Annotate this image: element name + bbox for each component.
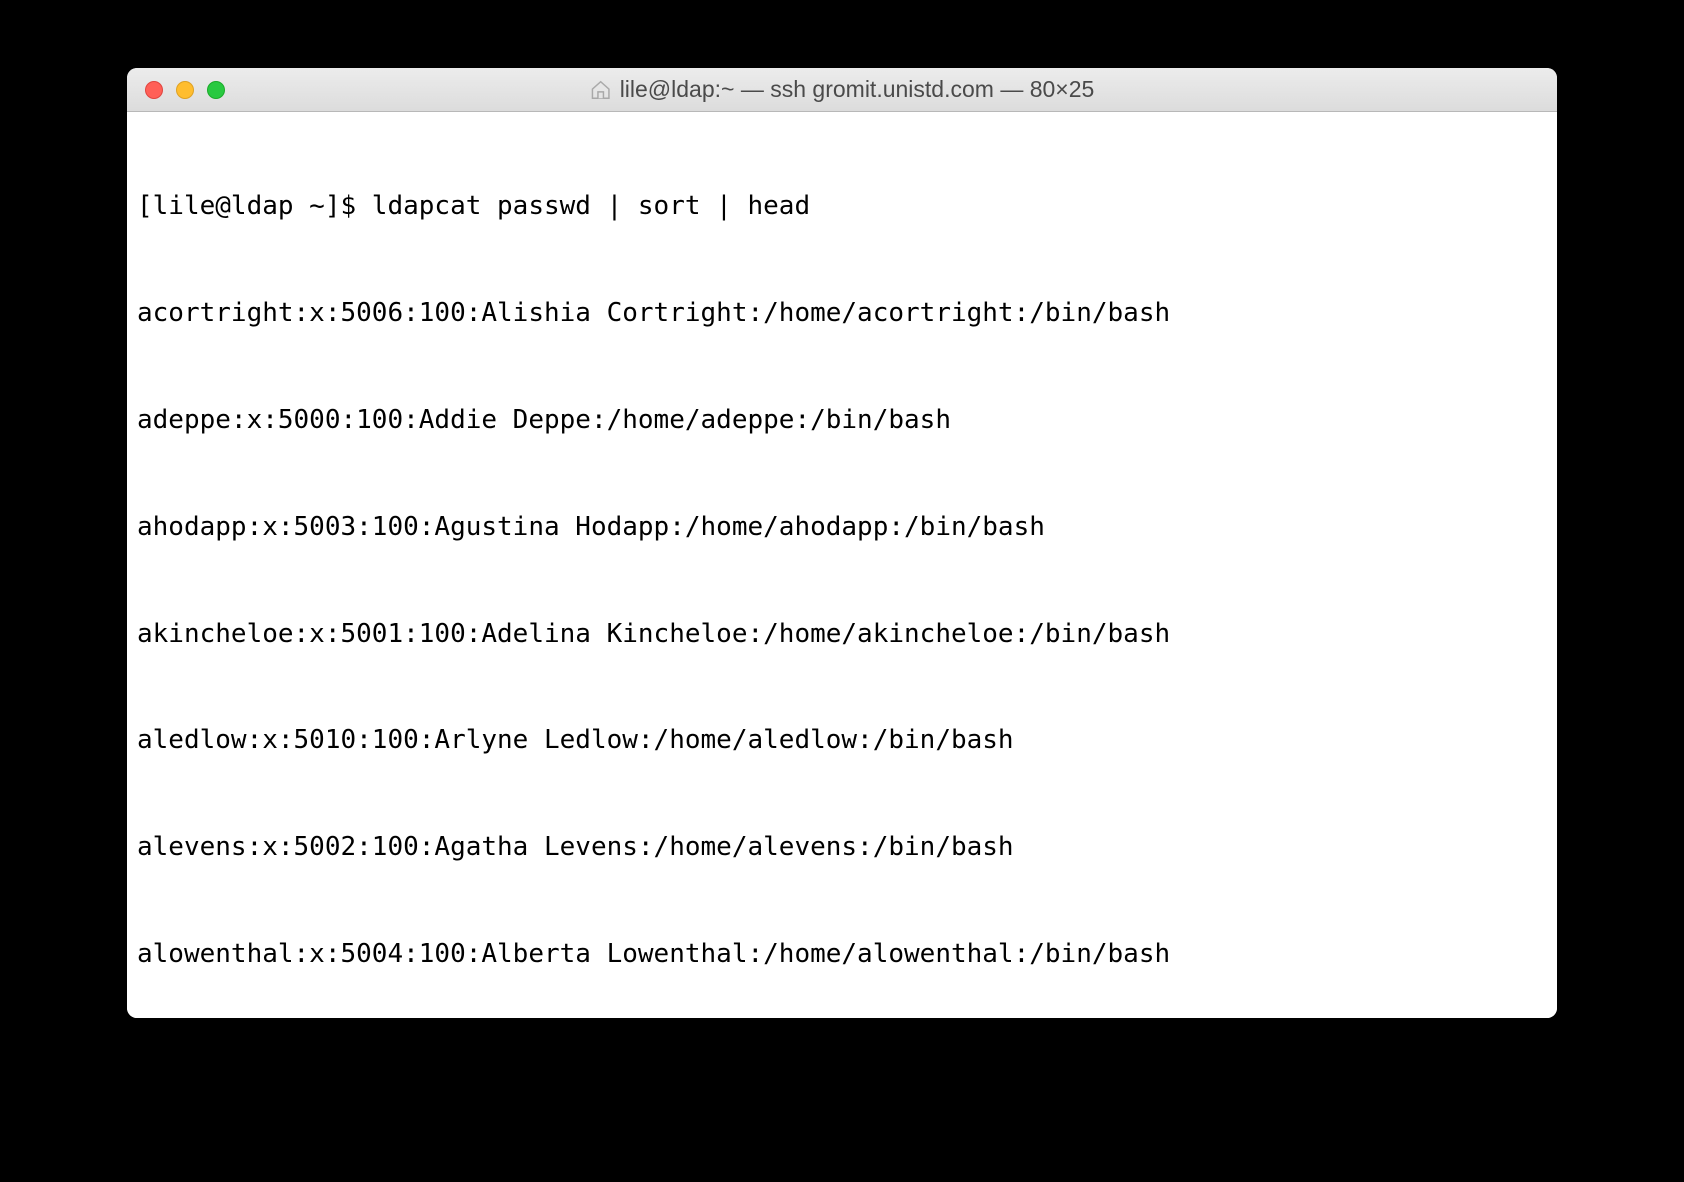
maximize-button[interactable]	[207, 81, 225, 99]
terminal-line: ahodapp:x:5003:100:Agustina Hodapp:/home…	[137, 510, 1547, 546]
terminal-window: lile@ldap:~ — ssh gromit.unistd.com — 80…	[127, 68, 1557, 1018]
terminal-line: aledlow:x:5010:100:Arlyne Ledlow:/home/a…	[137, 723, 1547, 759]
terminal-line: akincheloe:x:5001:100:Adelina Kincheloe:…	[137, 617, 1547, 653]
home-icon	[590, 79, 612, 101]
window-title: lile@ldap:~ — ssh gromit.unistd.com — 80…	[590, 76, 1095, 103]
terminal-line: adeppe:x:5000:100:Addie Deppe:/home/adep…	[137, 403, 1547, 439]
terminal-line: [lile@ldap ~]$ ldapcat passwd | sort | h…	[137, 189, 1547, 225]
terminal-line: alowenthal:x:5004:100:Alberta Lowenthal:…	[137, 937, 1547, 973]
title-bar: lile@ldap:~ — ssh gromit.unistd.com — 80…	[127, 68, 1557, 112]
terminal-body[interactable]: [lile@ldap ~]$ ldapcat passwd | sort | h…	[127, 112, 1557, 1018]
close-button[interactable]	[145, 81, 163, 99]
terminal-line: acortright:x:5006:100:Alishia Cortright:…	[137, 296, 1547, 332]
traffic-lights	[127, 81, 225, 99]
terminal-line: alevens:x:5002:100:Agatha Levens:/home/a…	[137, 830, 1547, 866]
window-title-text: lile@ldap:~ — ssh gromit.unistd.com — 80…	[620, 76, 1095, 103]
minimize-button[interactable]	[176, 81, 194, 99]
